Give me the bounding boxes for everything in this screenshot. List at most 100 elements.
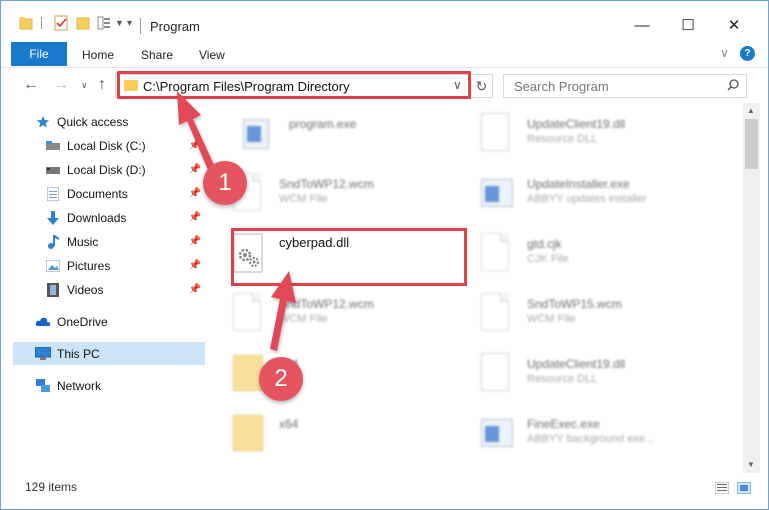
scroll-up-icon[interactable]: ▲ (747, 106, 755, 115)
sidebar-item-label: Pictures (67, 258, 111, 273)
file-item[interactable]: program.exe (243, 109, 493, 165)
sidebar-item-label: Network (57, 378, 102, 393)
search-icon[interactable] (727, 79, 739, 91)
folder-icon (124, 80, 138, 91)
maximize-button[interactable]: ☐ (665, 13, 711, 37)
file-name: UpdateInstaller.exe (527, 177, 630, 191)
sidebar-item-pictures[interactable]: Pictures 📌 (13, 254, 205, 277)
sidebar-item-this-pc[interactable]: This PC (13, 342, 205, 365)
pin-icon[interactable]: 📌 (189, 212, 201, 223)
tab-file[interactable]: File (11, 42, 67, 66)
tab-share[interactable]: Share (141, 48, 173, 62)
address-path[interactable]: C:\Program Files\Program Directory (143, 79, 350, 94)
sidebar-item-label: Downloads (67, 210, 127, 225)
sidebar-item-local-disk-c[interactable]: Local Disk (C:) 📌 (13, 134, 205, 157)
address-bar[interactable]: C:\Program Files\Program Directory ∨ ↻ (115, 74, 493, 98)
help-button[interactable]: ? (740, 46, 755, 61)
refresh-icon[interactable]: ↻ (470, 75, 492, 97)
gear-document-icon (481, 113, 511, 153)
sidebar-item-network[interactable]: Network (13, 374, 205, 397)
exe-icon (243, 113, 273, 153)
sidebar-item-label: Videos (67, 282, 104, 297)
file-name: SndToWP12.wcm (279, 297, 374, 311)
file-item[interactable]: SndToWP15.wcm WCM File (481, 289, 731, 345)
file-type: ABBYY background exe... (527, 433, 654, 445)
minimize-button[interactable]: — (619, 13, 665, 37)
scroll-down-icon[interactable]: ▼ (747, 460, 755, 469)
new-folder-icon[interactable] (76, 14, 90, 32)
file-type: WCM File (527, 313, 576, 325)
sidebar-item-label: Local Disk (C:) (67, 138, 146, 153)
forward-arrow-icon[interactable]: → (53, 76, 69, 94)
window-title: Program (150, 19, 200, 34)
tab-home[interactable]: Home (82, 48, 114, 62)
file-name: gtd.cjk (527, 237, 562, 251)
scroll-thumb[interactable] (745, 119, 758, 169)
file-item[interactable]: UpdateClient19.dll Resource DLL (481, 109, 731, 165)
navigation-pane: Quick access Local Disk (C:) 📌 Local Dis… (1, 103, 211, 473)
sidebar-item-documents[interactable]: Documents 📌 (13, 182, 205, 205)
ribbon-expand-icon[interactable]: ∨ (720, 46, 729, 60)
folder-icon (233, 413, 263, 453)
drive-icon (45, 139, 61, 153)
file-item[interactable]: x64 (233, 409, 483, 465)
sidebar-item-quick-access[interactable]: Quick access (13, 110, 205, 133)
item-count: 129 items (25, 480, 78, 494)
file-item[interactable]: UpdateInstaller.exe ABBYY updates instal… (481, 169, 731, 225)
search-input[interactable]: Search Program (503, 74, 747, 98)
qa-dropdown-icon[interactable]: ▼ (115, 14, 124, 32)
file-item-cyberpad[interactable]: cyberpad.dll (233, 229, 483, 285)
file-name: cyberpad.dll (279, 235, 350, 250)
file-explorer-window: ▼ ▾ Program — ☐ ✕ File Home Share View ∨… (0, 0, 769, 510)
gear-document-icon (233, 233, 263, 273)
file-type: WCM File (279, 193, 328, 205)
file-item[interactable]: gtd.cjk CJK File (481, 229, 731, 285)
vertical-scrollbar[interactable]: ▲ ▼ (743, 103, 760, 473)
close-button[interactable]: ✕ (711, 13, 757, 37)
file-type: CJK File (527, 253, 569, 265)
cloud-icon (35, 315, 51, 329)
qa-overflow-icon[interactable]: ▾ (127, 14, 132, 32)
pin-icon[interactable]: 📌 (189, 140, 201, 151)
file-name: SndToWP12.wcm (279, 177, 374, 191)
details-view-icon[interactable] (715, 482, 729, 494)
file-name: x64 (279, 417, 299, 431)
file-item[interactable]: SndToWP12.wcm WCM File (233, 169, 483, 225)
sidebar-item-local-disk-d[interactable]: Local Disk (D:) 📌 (13, 158, 205, 181)
file-name: FineExec.exe (527, 417, 600, 431)
gear-document-icon (481, 353, 511, 393)
customize-toolbar-icon[interactable] (97, 14, 111, 32)
pin-icon[interactable]: 📌 (189, 164, 201, 175)
title-separator (140, 18, 141, 34)
sidebar-item-music[interactable]: Music 📌 (13, 230, 205, 253)
file-type: ABBYY updates installer (527, 193, 647, 205)
ribbon-tabs: File Home Share View ∨ ? (1, 41, 768, 67)
navigation-bar: ← → ∨ ↑ C:\Program Files\Program Directo… (1, 67, 768, 103)
document-icon (481, 293, 511, 333)
sidebar-item-onedrive[interactable]: OneDrive (13, 310, 205, 333)
step-1-badge: 1 (203, 161, 247, 205)
file-item[interactable]: SndToWP12.wcm WCM File (233, 289, 483, 345)
pin-icon[interactable]: 📌 (189, 236, 201, 247)
address-dropdown-icon[interactable]: ∨ (453, 78, 462, 92)
properties-icon[interactable] (53, 14, 69, 32)
drive-icon (45, 163, 61, 177)
star-icon (35, 115, 51, 129)
pin-icon[interactable]: 📌 (189, 284, 201, 295)
up-arrow-icon[interactable]: ↑ (98, 76, 106, 94)
document-icon (233, 293, 263, 333)
sidebar-item-label: Documents (67, 186, 128, 201)
sidebar-item-videos[interactable]: Videos 📌 (13, 278, 205, 301)
sidebar-item-downloads[interactable]: Downloads 📌 (13, 206, 205, 229)
status-bar: 129 items (1, 473, 768, 509)
computer-icon (35, 347, 51, 361)
tab-view[interactable]: View (199, 48, 225, 62)
large-icons-view-icon[interactable] (737, 482, 751, 494)
file-item[interactable]: FineExec.exe ABBYY background exe... (481, 409, 731, 465)
pin-icon[interactable]: 📌 (189, 188, 201, 199)
recent-locations-icon[interactable]: ∨ (81, 80, 88, 91)
pin-icon[interactable]: 📌 (189, 260, 201, 271)
title-bar: ▼ ▾ Program — ☐ ✕ (1, 1, 768, 41)
back-arrow-icon[interactable]: ← (23, 76, 39, 94)
file-item[interactable]: UpdateClient19.dll Resource DLL (481, 349, 731, 405)
